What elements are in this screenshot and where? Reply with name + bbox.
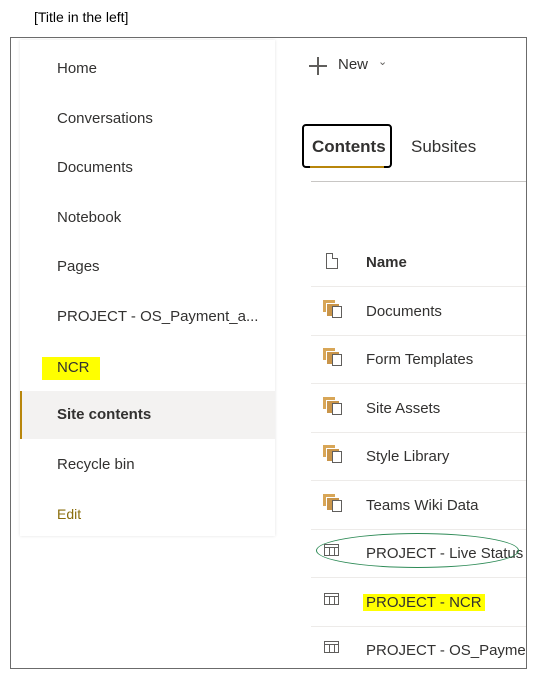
nav-item-site-contents[interactable]: Site contents: [20, 391, 275, 439]
nav-item-pages[interactable]: Pages: [20, 243, 275, 291]
nav-item-label: Notebook: [57, 209, 122, 226]
nav-item-label: PROJECT - OS_Payment_a...: [57, 308, 259, 325]
chevron-down-icon: ⌄: [378, 56, 388, 68]
item-name[interactable]: Form Templates: [366, 351, 473, 368]
tab-contents[interactable]: Contents: [302, 124, 392, 168]
item-name[interactable]: Documents: [366, 303, 442, 320]
document-library-icon: [323, 348, 343, 366]
nav-item-label: Pages: [57, 258, 100, 275]
list-item[interactable]: Documents: [311, 287, 526, 336]
document-library-icon: [323, 494, 343, 512]
list-item[interactable]: Site Assets: [311, 384, 526, 433]
nav-item-recycle-bin[interactable]: Recycle bin: [20, 441, 275, 489]
new-button-label: New: [338, 56, 369, 73]
tab-subsites[interactable]: Subsites: [411, 137, 476, 157]
list-item[interactable]: Style Library: [311, 432, 526, 481]
nav-item-project-os-payment[interactable]: PROJECT - OS_Payment_a...: [20, 293, 275, 341]
list-item[interactable]: PROJECT - OS_Payment: [311, 626, 526, 668]
left-navigation: Home Conversations Documents Notebook Pa…: [20, 40, 275, 536]
nav-item-label: Documents: [57, 159, 133, 176]
nav-item-label: Site contents: [57, 406, 152, 423]
nav-item-label: Conversations: [57, 110, 153, 127]
item-name[interactable]: Teams Wiki Data: [366, 497, 479, 514]
nav-item-label: NCR: [42, 357, 100, 380]
nav-item-documents[interactable]: Documents: [20, 144, 275, 192]
item-name[interactable]: Site Assets: [366, 400, 440, 417]
caption-title: [Title in the left]: [34, 9, 129, 25]
item-name[interactable]: PROJECT - OS_Payment: [366, 642, 526, 659]
nav-edit-link[interactable]: Edit: [20, 491, 275, 539]
nav-item-label: Edit: [57, 506, 82, 522]
plus-icon: [309, 57, 327, 75]
document-library-icon: [323, 300, 343, 318]
list-item[interactable]: Teams Wiki Data: [311, 481, 526, 530]
list-icon: [324, 593, 339, 605]
item-name[interactable]: PROJECT - Live Status: [366, 545, 523, 562]
nav-item-notebook[interactable]: Notebook: [20, 194, 275, 242]
item-name[interactable]: Style Library: [366, 448, 449, 465]
list-item[interactable]: PROJECT - NCR: [311, 578, 526, 627]
nav-item-home[interactable]: Home: [20, 45, 275, 93]
list-icon: [324, 544, 339, 556]
nav-item-conversations[interactable]: Conversations: [20, 95, 275, 143]
list-item[interactable]: Form Templates: [311, 335, 526, 384]
nav-item-ncr[interactable]: NCR: [20, 342, 275, 390]
column-header-row: Name: [311, 239, 526, 287]
item-name[interactable]: PROJECT - NCR: [363, 594, 485, 611]
sharepoint-site-contents: Home Conversations Documents Notebook Pa…: [10, 37, 527, 669]
file-type-icon[interactable]: [326, 253, 338, 269]
list-icon: [324, 641, 339, 653]
nav-item-label: Recycle bin: [57, 456, 135, 473]
tabs-divider: [311, 181, 526, 182]
list-item[interactable]: PROJECT - Live Status: [311, 529, 526, 578]
document-library-icon: [323, 397, 343, 415]
tab-label: Contents: [312, 137, 386, 156]
document-library-icon: [323, 445, 343, 463]
column-header-name[interactable]: Name: [366, 254, 407, 271]
nav-item-label: Home: [57, 60, 98, 77]
